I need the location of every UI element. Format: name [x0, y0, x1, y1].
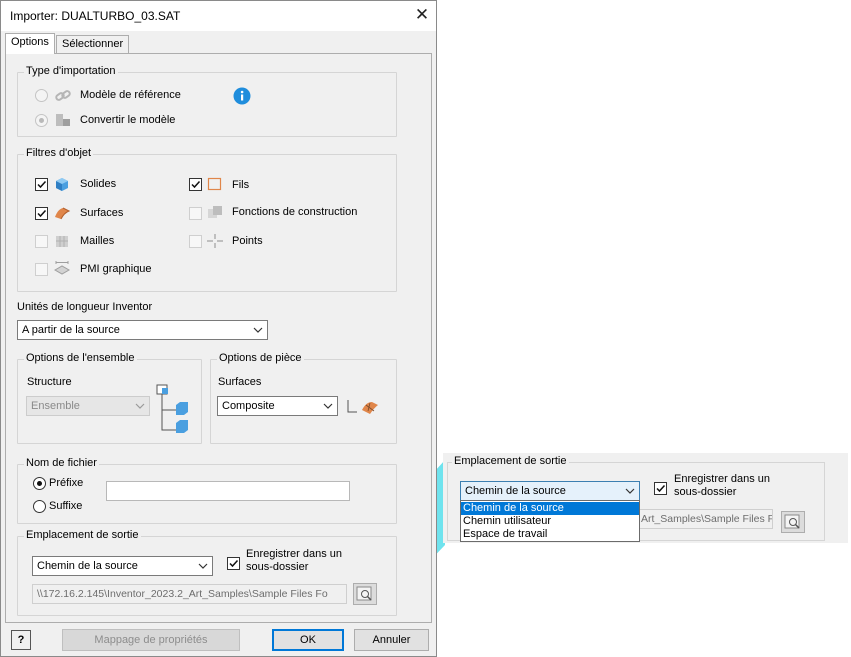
subfolder-label-line1: Enregistrer dans un — [246, 548, 342, 560]
pmi-icon — [53, 259, 71, 277]
callout-title: Emplacement de sortie — [452, 455, 569, 467]
points-label: Points — [232, 235, 263, 247]
wires-checkbox[interactable] — [189, 178, 202, 191]
solids-checkbox[interactable] — [35, 178, 48, 191]
meshes-label: Mailles — [80, 235, 115, 247]
cancel-button[interactable]: Annuler — [354, 629, 429, 651]
reference-model-label: Modèle de référence — [80, 89, 181, 101]
pmi-checkbox[interactable] — [35, 263, 48, 276]
location-dropdown-list: Chemin de la source Chemin utilisateur E… — [460, 500, 640, 542]
output-location-select[interactable]: Chemin de la source — [32, 556, 213, 576]
callout-location-value: Chemin de la source — [465, 485, 566, 497]
filename-title: Nom de fichier — [24, 457, 99, 469]
assembly-options-title: Options de l'ensemble — [24, 352, 137, 364]
tab-selectionner[interactable]: Sélectionner — [56, 35, 130, 54]
link-icon — [54, 88, 72, 104]
chevron-down-icon — [198, 557, 208, 575]
callout-location-select[interactable]: Chemin de la source — [460, 481, 640, 501]
tab-options[interactable]: Options — [5, 33, 55, 54]
structure-label: Structure — [27, 376, 72, 388]
structure-select[interactable]: Ensemble — [26, 396, 150, 416]
filename-input[interactable] — [106, 481, 350, 501]
output-location-title: Emplacement de sortie — [24, 529, 141, 541]
close-icon[interactable]: ✕ — [411, 5, 433, 25]
filename-group: Nom de fichier Préfixe Suffixe — [17, 457, 397, 524]
surfaces-checkbox[interactable] — [35, 207, 48, 220]
import-dialog: Importer: DUALTURBO_03.SAT ✕ Options Sél… — [0, 0, 437, 657]
chevron-down-icon — [135, 397, 145, 415]
property-mapping-button[interactable]: Mappage de propriétés — [62, 629, 240, 651]
construction-icon — [206, 204, 224, 220]
surface-icon — [53, 205, 71, 221]
construction-checkbox[interactable] — [189, 207, 202, 220]
dropdown-option-user-path[interactable]: Chemin utilisateur — [461, 515, 639, 528]
browse-button[interactable] — [353, 583, 377, 605]
object-filters-group: Filtres d'objet Solides Surfaces Mailles… — [17, 147, 397, 292]
part-options-group: Options de pièce Surfaces Composite — [210, 352, 397, 444]
convert-model-label: Convertir le modèle — [80, 114, 176, 126]
import-type-title: Type d'importation — [24, 65, 118, 77]
object-filters-title: Filtres d'objet — [24, 147, 94, 159]
points-checkbox[interactable] — [189, 235, 202, 248]
output-location-value: Chemin de la source — [37, 560, 138, 572]
pmi-label: PMI graphique — [80, 263, 152, 275]
points-icon — [206, 233, 224, 249]
structure-value: Ensemble — [31, 400, 80, 412]
convert-model-radio[interactable] — [35, 114, 48, 127]
info-icon[interactable] — [233, 87, 253, 107]
mesh-icon — [53, 233, 71, 249]
chevron-down-icon — [323, 397, 333, 415]
prefix-radio[interactable] — [33, 477, 46, 490]
wire-icon — [206, 176, 224, 192]
units-select[interactable]: A partir de la source — [17, 320, 268, 340]
subfolder-checkbox[interactable] — [227, 557, 240, 570]
title-bar: Importer: DUALTURBO_03.SAT ✕ — [1, 1, 436, 31]
window-title: Importer: DUALTURBO_03.SAT — [10, 9, 181, 23]
help-button[interactable]: ? — [11, 630, 31, 650]
output-location-group: Emplacement de sortie Chemin de la sourc… — [17, 529, 397, 616]
meshes-checkbox[interactable] — [35, 235, 48, 248]
prefix-label: Préfixe — [49, 477, 84, 489]
options-panel: Type d'importation Modèle de référence C… — [5, 53, 432, 623]
composite-surface-icon — [346, 397, 382, 417]
suffix-radio[interactable] — [33, 500, 46, 513]
chevron-down-icon — [625, 482, 635, 500]
construction-label: Fonctions de construction — [232, 206, 358, 218]
callout-subfolder-label-line2: sous-dossier — [674, 486, 737, 498]
assembly-options-group: Options de l'ensemble Structure Ensemble — [17, 352, 202, 444]
callout-path-field: Art_Samples\Sample Files Fo — [638, 509, 773, 529]
suffix-label: Suffixe — [49, 500, 83, 512]
ok-button[interactable]: OK — [272, 629, 344, 651]
dropdown-option-source-path[interactable]: Chemin de la source — [461, 502, 639, 515]
assembly-structure-icon — [156, 382, 196, 434]
output-path-field: \\172.16.2.145\Inventor_2023.2_Art_Sampl… — [32, 584, 347, 604]
part-options-title: Options de pièce — [217, 352, 304, 364]
units-value: A partir de la source — [22, 324, 120, 336]
subfolder-label-line2: sous-dossier — [246, 561, 309, 573]
part-surfaces-label: Surfaces — [218, 376, 262, 388]
solid-icon — [53, 176, 71, 192]
part-surfaces-value: Composite — [222, 400, 275, 412]
part-surfaces-select[interactable]: Composite — [217, 396, 338, 416]
reference-model-radio[interactable] — [35, 89, 48, 102]
convert-icon — [54, 112, 72, 128]
solids-label: Solides — [80, 178, 117, 190]
units-label: Unités de longueur Inventor — [17, 301, 153, 313]
callout-browse-button[interactable] — [781, 511, 805, 533]
callout-subfolder-label-line1: Enregistrer dans un — [674, 473, 770, 485]
dropdown-option-workspace[interactable]: Espace de travail — [461, 528, 639, 541]
import-type-group: Type d'importation Modèle de référence C… — [17, 65, 397, 137]
chevron-down-icon — [253, 321, 263, 339]
callout-subfolder-checkbox[interactable] — [654, 482, 667, 495]
surfaces-label: Surfaces — [80, 207, 124, 219]
wires-label: Fils — [232, 179, 250, 191]
